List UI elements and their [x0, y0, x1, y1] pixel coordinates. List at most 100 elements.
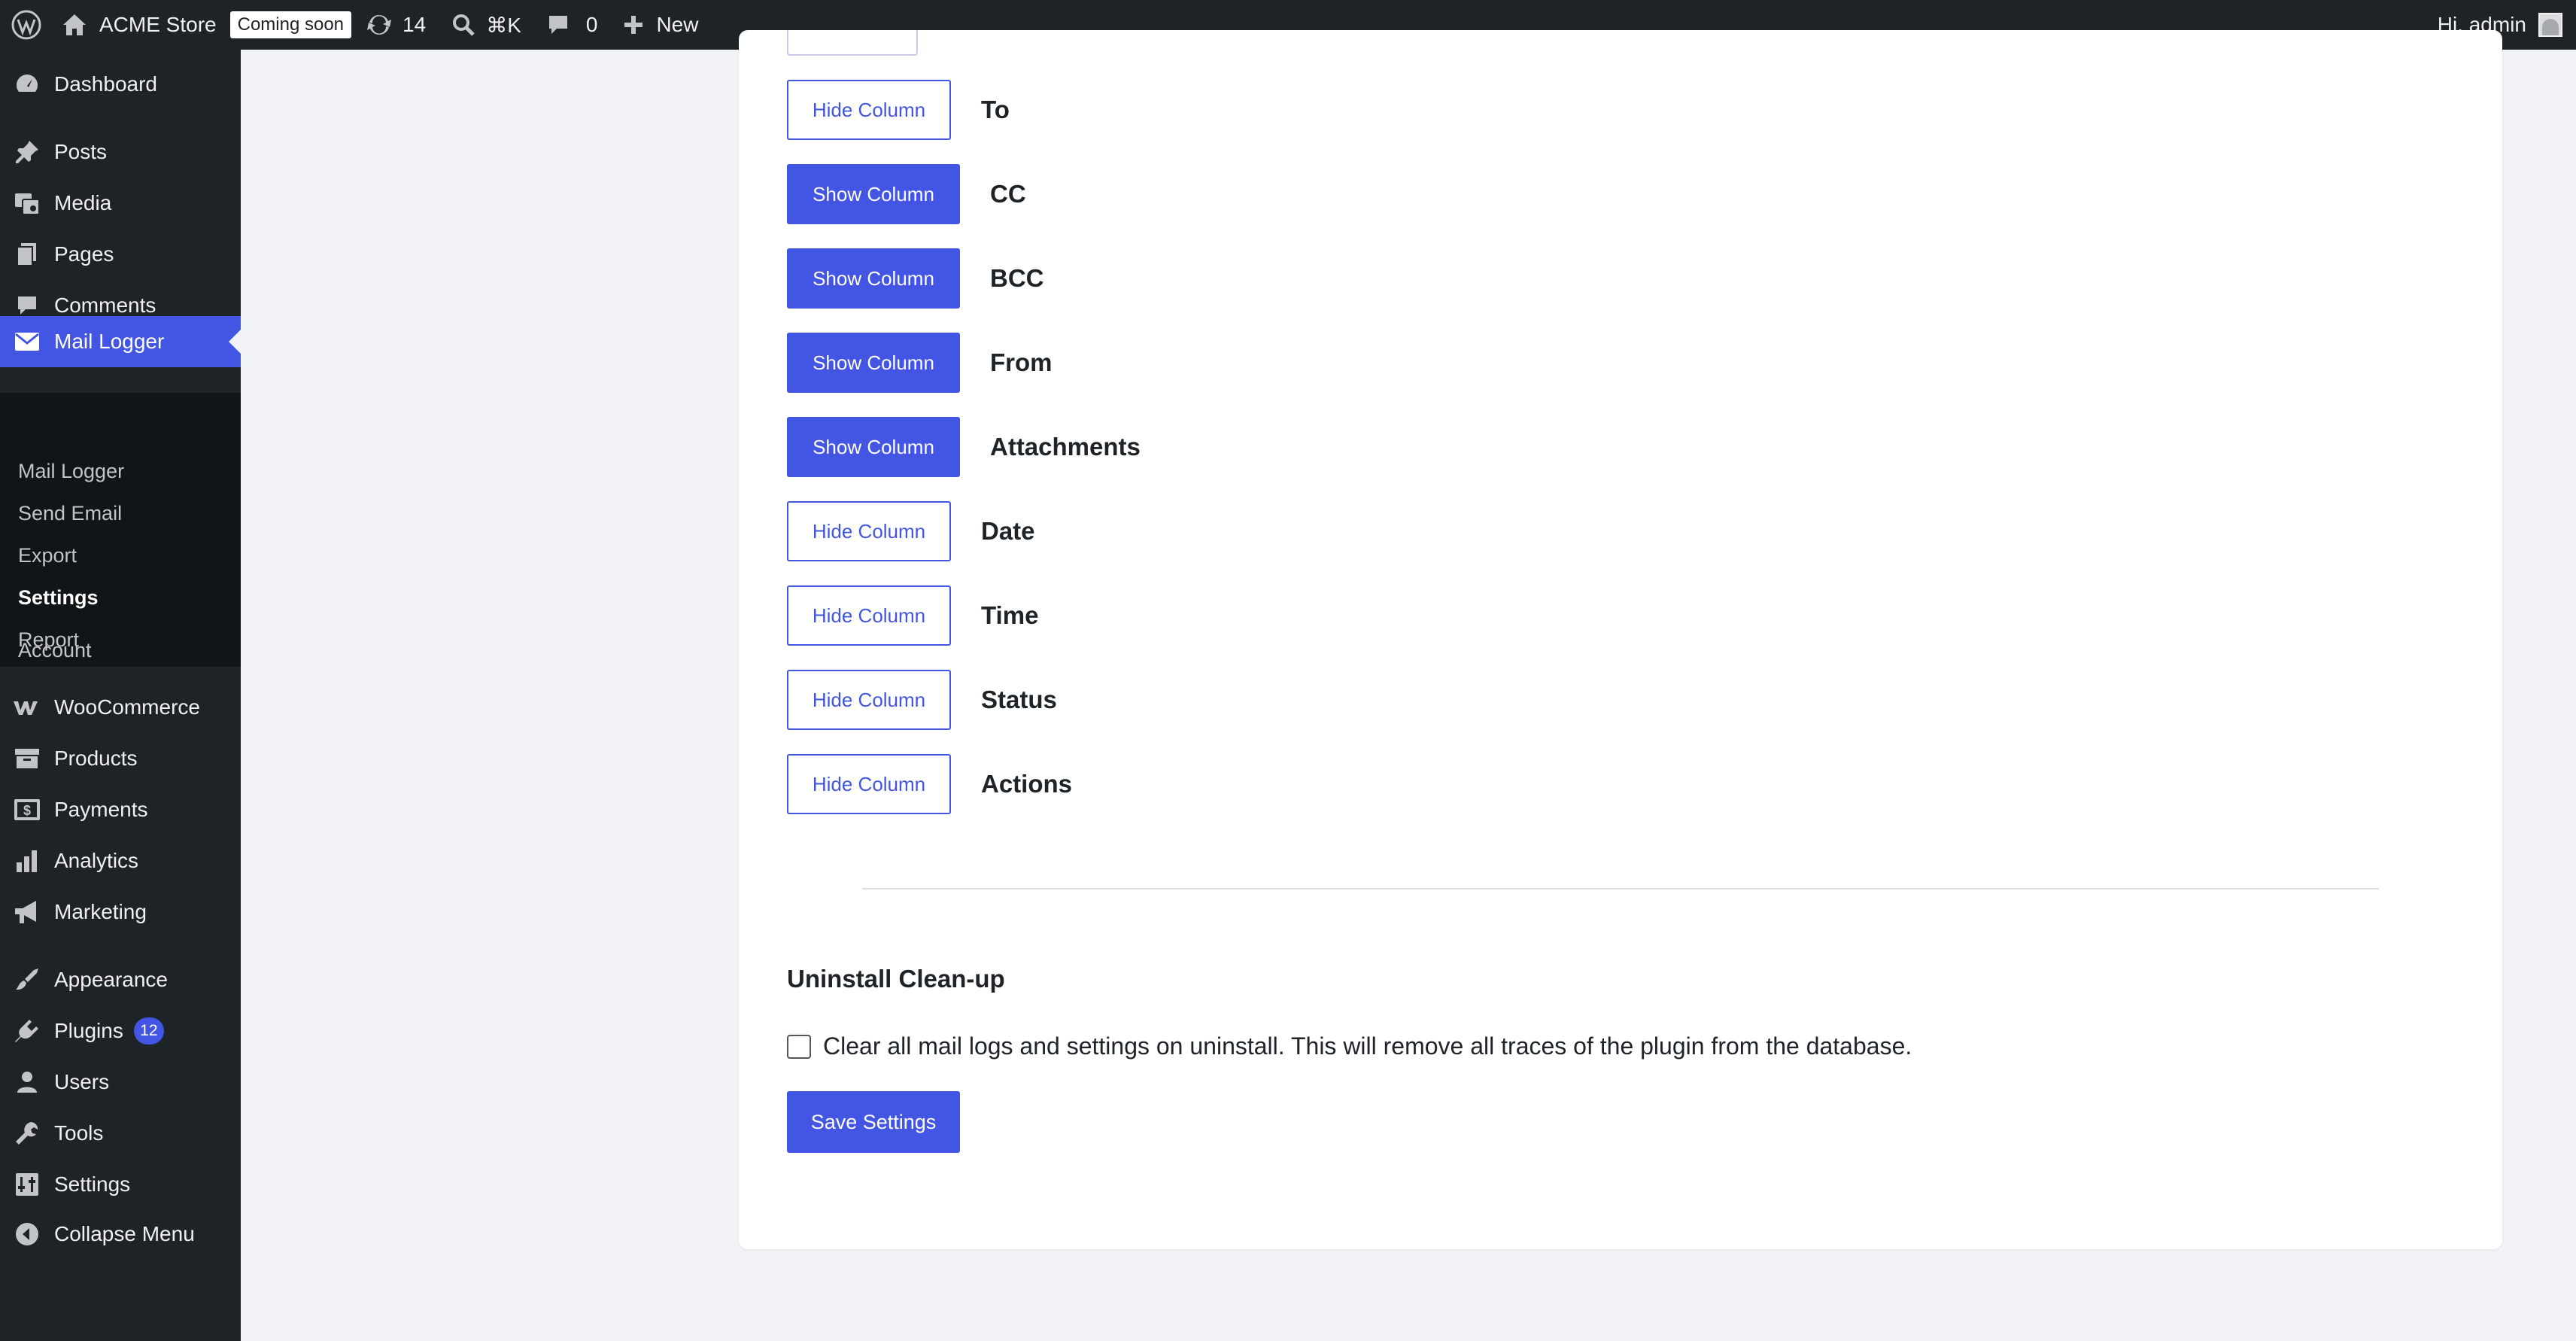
hide-column-button[interactable]: Hide Column	[787, 585, 951, 646]
menu-products[interactable]: Products	[0, 733, 241, 784]
comment-icon	[548, 16, 567, 34]
pin-icon	[16, 141, 38, 163]
search-link[interactable]: ⌘K	[451, 0, 521, 50]
hide-column-button[interactable]: Hide Column	[787, 501, 951, 561]
plus-icon	[624, 16, 643, 34]
envelope-icon	[15, 333, 39, 351]
menu-dashboard[interactable]: Dashboard	[0, 59, 241, 110]
coming-soon-badge[interactable]: Coming soon	[229, 11, 352, 38]
comments-count: 0	[585, 13, 598, 36]
save-settings-button[interactable]: Save Settings	[787, 1091, 960, 1153]
menu-payments[interactable]: $ Payments	[0, 784, 241, 835]
wrench-icon	[16, 1122, 38, 1145]
hide-column-button[interactable]: Hide Column	[787, 670, 951, 730]
woocommerce-icon	[14, 701, 38, 715]
submenu-send-email[interactable]: Send Email	[18, 498, 122, 528]
refresh-icon	[367, 14, 392, 35]
new-content-link[interactable]: New	[623, 0, 698, 50]
show-column-button[interactable]: Show Column	[787, 248, 960, 309]
menu-label: Posts	[54, 140, 108, 163]
uninstall-cleanup-checkbox[interactable]	[787, 1034, 811, 1059]
menu-label: Media	[54, 191, 112, 214]
menu-settings[interactable]: Settings	[0, 1159, 241, 1210]
menu-media[interactable]: Media	[0, 178, 241, 229]
section-divider	[862, 888, 2379, 889]
menu-marketing[interactable]: Marketing	[0, 886, 241, 938]
column-row: Show Column Attachments	[787, 417, 1141, 477]
settings-icon	[16, 1173, 38, 1196]
menu-label: Collapse Menu	[54, 1222, 195, 1245]
site-name: ACME Store	[99, 13, 217, 36]
payments-icon: $	[14, 799, 40, 820]
menu-appearance[interactable]: Appearance	[0, 954, 241, 1005]
column-row: Hide Column Actions	[787, 754, 1072, 814]
menu-label: Comments	[54, 293, 156, 317]
column-name: BCC	[990, 264, 1044, 292]
menu-label: Tools	[54, 1121, 104, 1145]
wordpress-logo-icon[interactable]	[0, 0, 53, 50]
show-column-button[interactable]: Show Column	[787, 164, 960, 224]
show-column-button[interactable]: Show Column	[787, 417, 960, 477]
mail-logger-submenu: Mail Logger Send Email Export Settings R…	[0, 393, 241, 667]
home-icon	[63, 14, 86, 35]
plugins-icon	[15, 1020, 38, 1042]
submenu-mail-logger[interactable]: Mail Logger	[18, 456, 124, 486]
column-row: Hide Column Status	[787, 670, 1057, 730]
bar-chart-icon	[17, 850, 37, 872]
megaphone-icon	[15, 901, 36, 923]
new-label: New	[656, 13, 699, 36]
partial-column-button[interactable]	[787, 30, 918, 56]
menu-label: Plugins	[54, 1019, 123, 1042]
media-icon	[15, 193, 40, 215]
collapse-menu-button[interactable]: Collapse Menu	[0, 1209, 241, 1260]
hide-column-button[interactable]: Hide Column	[787, 80, 951, 140]
column-name: Status	[981, 686, 1057, 713]
user-icon	[17, 1072, 37, 1093]
column-name: To	[981, 96, 1010, 123]
menu-label: Dashboard	[54, 72, 157, 96]
svg-text:$: $	[23, 803, 31, 818]
column-row: Show Column CC	[787, 164, 1026, 224]
column-row: Hide Column To	[787, 80, 1010, 140]
column-name: Attachments	[990, 433, 1141, 461]
menu-label: Products	[54, 747, 138, 770]
show-column-button[interactable]: Show Column	[787, 333, 960, 393]
column-name: Actions	[981, 770, 1073, 798]
submenu-account[interactable]: Account	[18, 635, 92, 665]
column-row: Show Column BCC	[787, 248, 1044, 309]
search-shortcut: ⌘K	[486, 13, 521, 37]
menu-label: Pages	[54, 242, 114, 266]
uninstall-cleanup-label[interactable]: Clear all mail logs and settings on unin…	[823, 1032, 1912, 1060]
menu-posts[interactable]: Posts	[0, 126, 241, 178]
menu-label: Analytics	[54, 849, 139, 872]
menu-label: WooCommerce	[54, 695, 200, 719]
column-row: Hide Column Date	[787, 501, 1035, 561]
column-name: From	[990, 348, 1053, 376]
menu-tools[interactable]: Tools	[0, 1108, 241, 1159]
submenu-settings[interactable]: Settings	[18, 582, 99, 613]
menu-analytics[interactable]: Analytics	[0, 835, 241, 886]
menu-label: Appearance	[54, 968, 169, 991]
menu-pages[interactable]: Pages	[0, 229, 241, 280]
menu-label: Mail Logger	[54, 330, 165, 353]
menu-label: Settings	[54, 1172, 131, 1196]
submenu-export[interactable]: Export	[18, 540, 77, 570]
menu-mail-logger[interactable]: Mail Logger	[0, 316, 241, 367]
updates-link[interactable]: 14	[366, 0, 426, 50]
site-name-link[interactable]: ACME Store	[62, 0, 217, 50]
comments-link[interactable]: 0	[547, 0, 598, 50]
menu-users[interactable]: Users	[0, 1057, 241, 1108]
dashboard-icon	[16, 74, 38, 92]
menu-woocommerce[interactable]: WooCommerce	[0, 682, 241, 733]
archive-icon	[15, 749, 39, 768]
admin-sidebar: Dashboard Posts Media Pages Comments Mai…	[0, 50, 241, 1341]
search-icon	[453, 14, 475, 36]
menu-label: Marketing	[54, 900, 147, 923]
menu-plugins[interactable]: Plugins 12	[0, 1005, 241, 1057]
column-row: Hide Column Time	[787, 585, 1038, 646]
hide-column-button[interactable]: Hide Column	[787, 754, 951, 814]
plugins-update-count: 12	[133, 1017, 164, 1045]
avatar	[2538, 13, 2562, 37]
collapse-icon	[16, 1223, 38, 1245]
updates-count: 14	[402, 13, 427, 36]
